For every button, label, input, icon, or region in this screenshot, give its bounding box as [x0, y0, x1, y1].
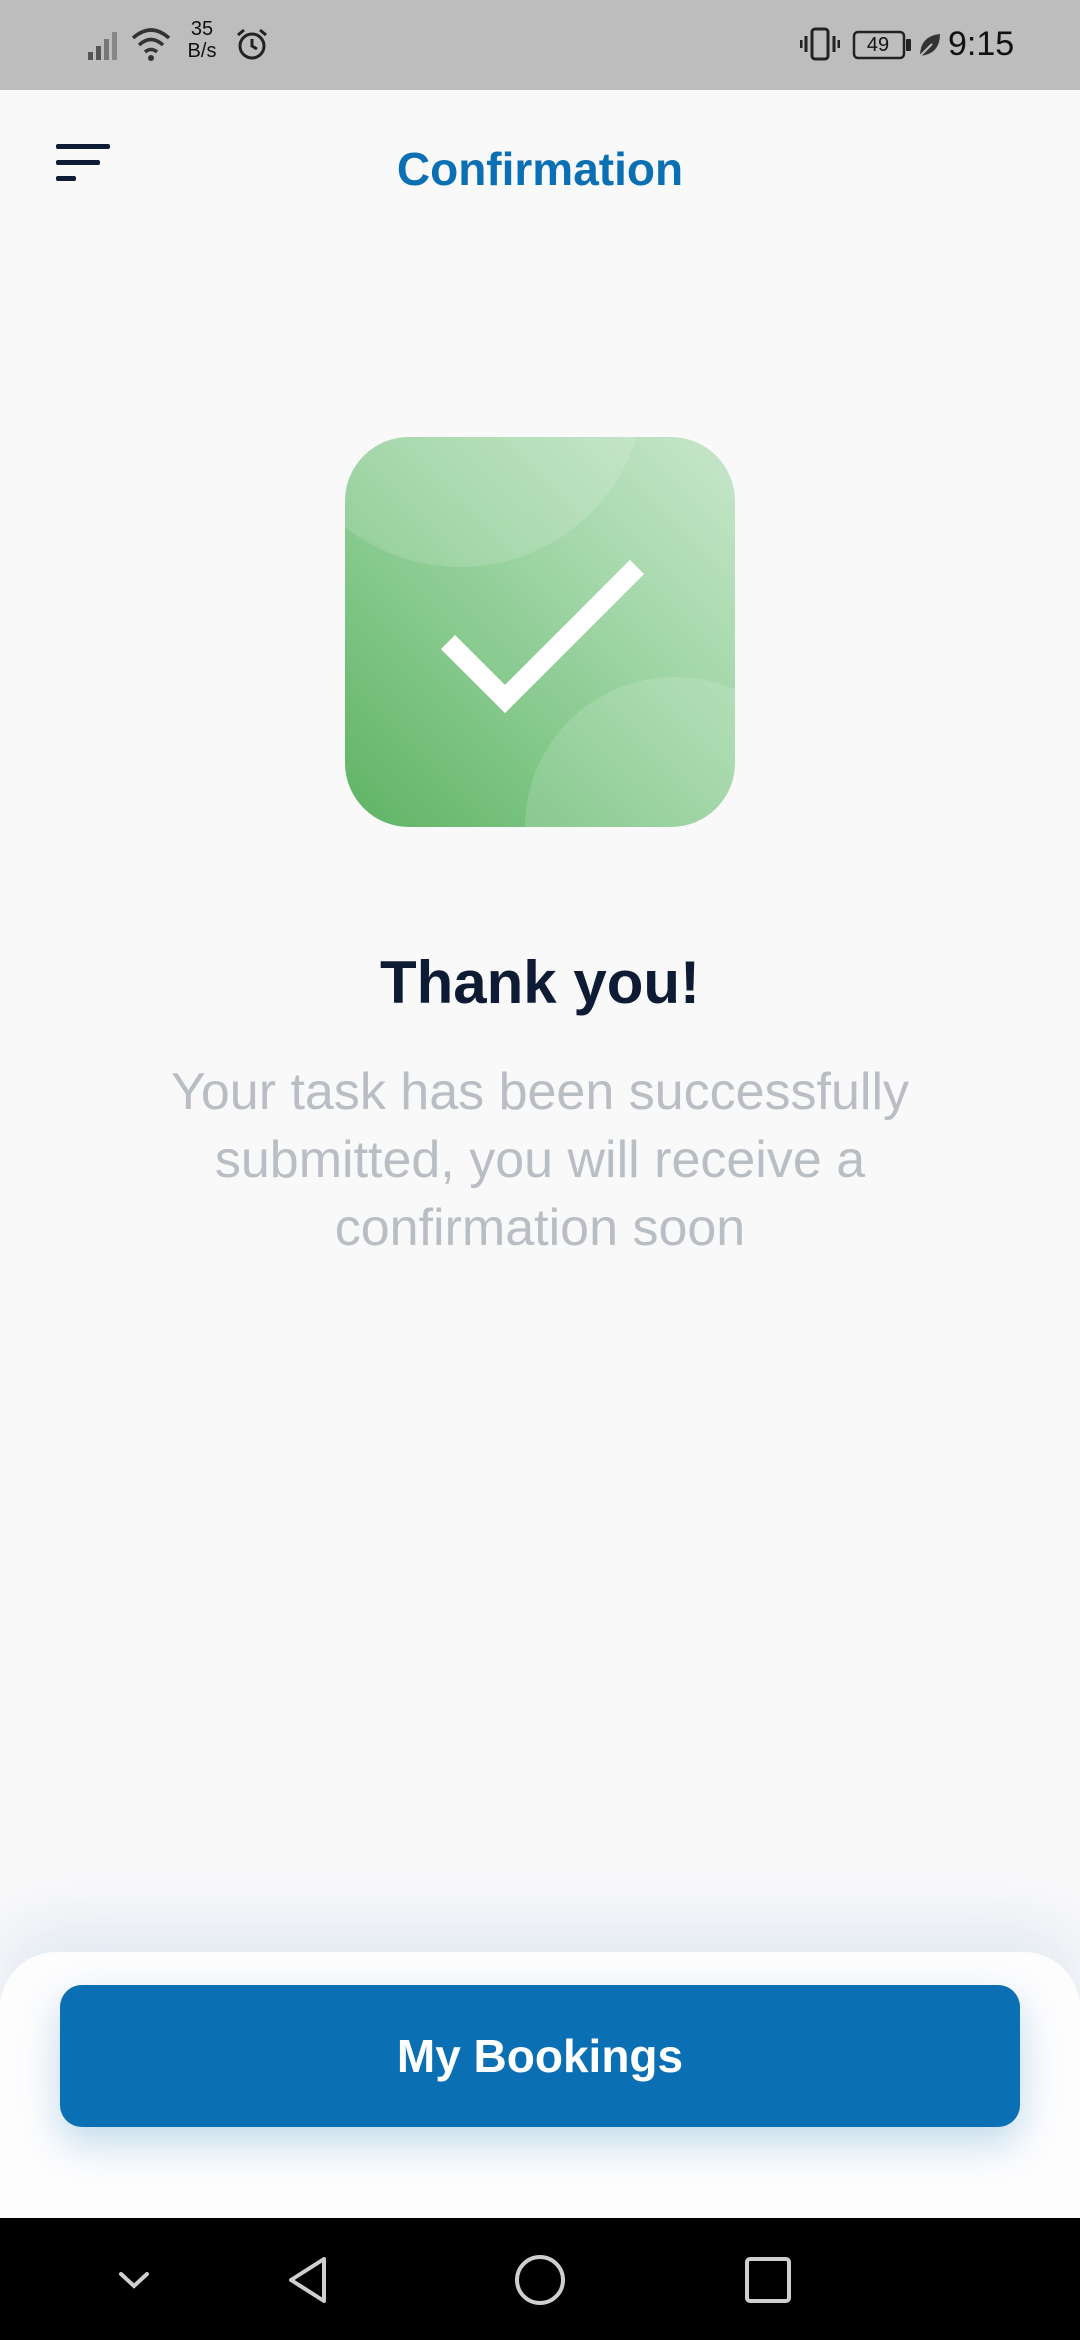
battery-level: 49: [866, 34, 890, 56]
battery-icon: 49: [852, 30, 912, 60]
my-bookings-button[interactable]: My Bookings: [60, 1985, 1020, 2127]
clock: 9:15: [948, 25, 1015, 63]
success-title: Thank you!: [379, 949, 700, 1016]
checkmark-icon: [440, 559, 645, 714]
wifi-icon: [131, 28, 171, 61]
status-bar: 35 B/s 49 9:15: [0, 0, 1080, 90]
recents-icon[interactable]: [738, 2250, 798, 2310]
vibrate-icon: [800, 27, 840, 61]
alarm-icon: [237, 28, 267, 60]
confirmation-screen: 35 B/s 49 9:15 Confirmation Thank you! Y…: [0, 0, 1080, 2340]
back-icon[interactable]: [278, 2250, 338, 2310]
app-header: Confirmation: [0, 90, 1080, 260]
signal-icon: [88, 32, 117, 60]
page-title: Confirmation: [396, 143, 684, 195]
system-nav-bar: [0, 2218, 1080, 2340]
network-rate: 35 B/s: [187, 18, 217, 62]
success-message: Your task has been successfully submitte…: [170, 1063, 910, 1257]
home-icon[interactable]: [510, 2250, 570, 2310]
chevron-down-icon[interactable]: [104, 2250, 164, 2310]
success-illustration: [345, 437, 735, 827]
bottom-action-panel: My Bookings: [0, 1952, 1080, 2218]
leaf-icon: [919, 34, 940, 57]
